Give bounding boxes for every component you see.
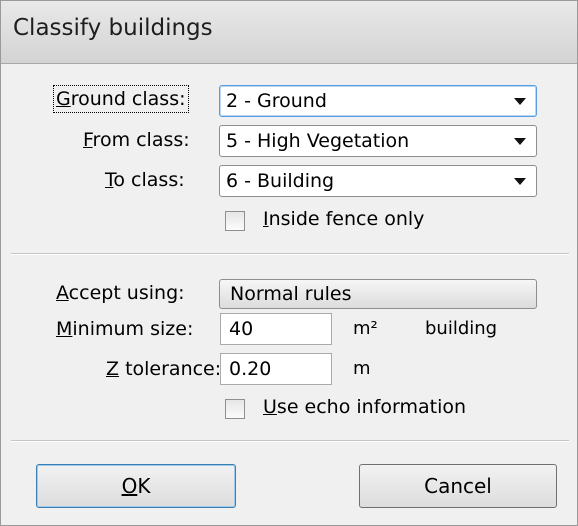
buttons-divider (11, 440, 569, 442)
cancel-button[interactable]: Cancel (359, 464, 557, 508)
ground-class-label: Ground class: (53, 85, 189, 113)
z-tolerance-label: Z tolerance: (106, 358, 222, 380)
minimum-size-suffix: building (425, 318, 498, 339)
accept-using-selector[interactable]: Normal rules (219, 279, 537, 309)
z-tolerance-unit: m (353, 358, 371, 379)
to-class-value: 6 - Building (226, 170, 335, 192)
dialog-title: Classify buildings (13, 15, 213, 41)
section-divider (11, 253, 569, 255)
ground-class-dropdown[interactable]: 2 - Ground (219, 85, 537, 117)
to-class-label: To class: (105, 169, 185, 191)
from-class-label: From class: (83, 129, 190, 151)
dialog-body: Ground class: 2 - Ground From class: 5 -… (11, 65, 569, 523)
ok-button[interactable]: OK (36, 464, 236, 508)
inside-fence-checkbox[interactable] (225, 211, 245, 231)
accept-using-label: Accept using: (56, 282, 185, 304)
inside-fence-label[interactable]: Inside fence only (263, 208, 424, 230)
minimum-size-value: 40 (229, 318, 254, 340)
title-bar[interactable]: Classify buildings (1, 1, 577, 64)
accept-using-value: Normal rules (230, 283, 352, 305)
chevron-down-icon (514, 178, 526, 185)
chevron-down-icon (514, 138, 526, 145)
classify-buildings-dialog: Classify buildings Ground class: 2 - Gro… (0, 0, 578, 526)
z-tolerance-input[interactable]: 0.20 (220, 353, 332, 385)
to-class-dropdown[interactable]: 6 - Building (219, 165, 537, 197)
use-echo-label[interactable]: Use echo information (263, 396, 466, 418)
chevron-down-icon (514, 98, 526, 105)
minimum-size-label: Minimum size: (56, 318, 194, 340)
minimum-size-input[interactable]: 40 (220, 313, 332, 345)
z-tolerance-value: 0.20 (229, 358, 272, 380)
minimum-size-unit: m² (353, 318, 378, 339)
use-echo-checkbox[interactable] (225, 399, 245, 419)
from-class-dropdown[interactable]: 5 - High Vegetation (219, 125, 537, 157)
from-class-value: 5 - High Vegetation (226, 130, 410, 152)
ground-class-value: 2 - Ground (226, 90, 327, 112)
